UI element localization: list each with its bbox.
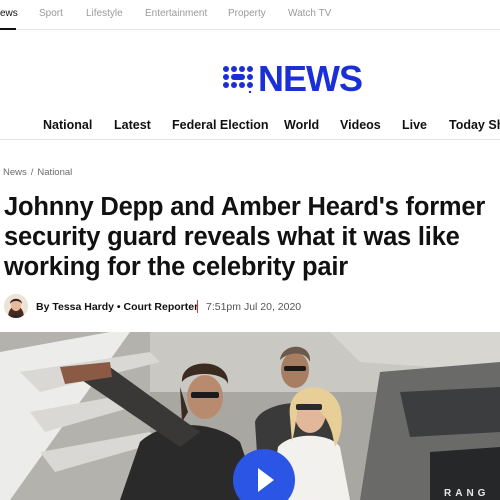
logo-wordmark: NEWS xyxy=(258,58,363,99)
section-nav-news[interactable]: ews xyxy=(0,8,18,19)
section-nav-sport[interactable]: Sport xyxy=(39,8,63,19)
section-nav-entertainment[interactable]: Entertainment xyxy=(145,8,207,19)
nav-world[interactable]: World xyxy=(284,118,319,132)
site-logo[interactable]: NEWS xyxy=(222,58,363,99)
breadcrumb-national[interactable]: National xyxy=(37,167,72,178)
breadcrumb: News / National xyxy=(3,167,72,178)
author-photo-icon xyxy=(4,294,28,318)
nav-federal-election[interactable]: Federal Election xyxy=(172,118,269,132)
publish-date: 7:51pm Jul 20, 2020 xyxy=(206,301,302,313)
breadcrumb-separator: / xyxy=(30,167,34,178)
byline-divider xyxy=(197,300,198,313)
headline-line: Johnny Depp and Amber Heard's former xyxy=(4,193,486,221)
headline-line: working for the celebrity pair xyxy=(4,253,348,281)
byline: By Tessa Hardy • Court Reporter 7:51pm J… xyxy=(4,294,500,320)
nav-today-show[interactable]: Today Sh xyxy=(449,118,500,132)
section-nav: ews Sport Lifestyle Entertainment Proper… xyxy=(0,0,500,30)
play-icon xyxy=(258,468,274,492)
active-tab-indicator xyxy=(0,28,16,30)
nav-live[interactable]: Live xyxy=(402,118,427,132)
nine-dots-logo-icon xyxy=(223,66,253,93)
article-headline: Johnny Depp and Amber Heard's former sec… xyxy=(4,192,500,282)
category-nav: National Latest Federal Election World V… xyxy=(0,110,500,140)
author-name[interactable]: By Tessa Hardy • Court Reporter xyxy=(36,301,198,313)
nav-latest[interactable]: Latest xyxy=(114,118,151,132)
car-plate-text: RANG xyxy=(444,488,490,499)
section-nav-watch-tv[interactable]: Watch TV xyxy=(288,8,331,19)
breadcrumb-news[interactable]: News xyxy=(3,167,27,178)
headline-line: security guard reveals what it was like xyxy=(4,223,460,251)
section-nav-property[interactable]: Property xyxy=(228,8,266,19)
section-nav-lifestyle[interactable]: Lifestyle xyxy=(86,8,123,19)
nav-videos[interactable]: Videos xyxy=(340,118,381,132)
nav-national[interactable]: National xyxy=(43,118,92,132)
author-avatar[interactable] xyxy=(4,294,28,318)
